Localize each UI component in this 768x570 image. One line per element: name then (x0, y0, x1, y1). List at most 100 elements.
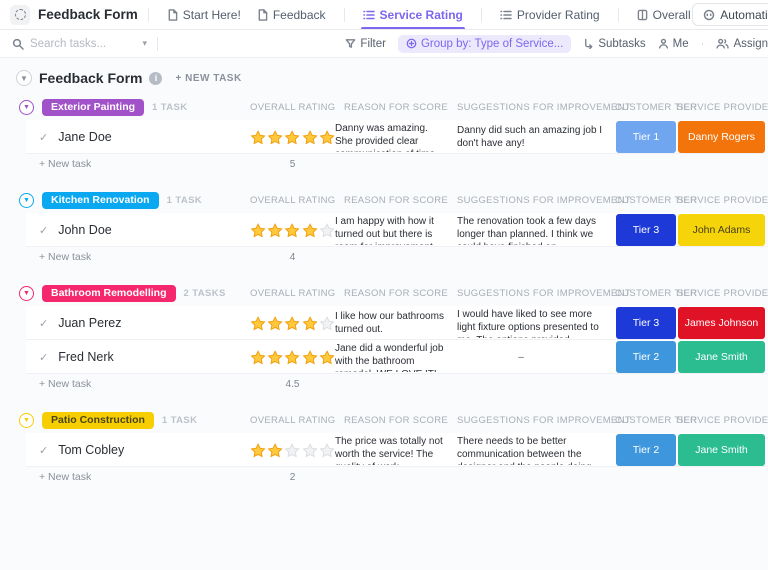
board-icon (637, 9, 647, 20)
column-header-reason: REASON FOR SCORE (343, 414, 449, 426)
column-header-overall-rating: OVERALL RATING (250, 287, 336, 299)
task-name[interactable]: Jane Doe (58, 130, 112, 144)
column-header-customer-tier: CUSTOMER TIER (615, 414, 698, 426)
group-header: ▼ Exterior Painting 1 TASK OVERALL RATIN… (19, 96, 768, 118)
tab-label: Provider Rating (516, 7, 600, 22)
search-input[interactable]: Search tasks... ▾ (12, 38, 147, 50)
table-row: ✓ Jane Doe Danny was amazing. She provid… (26, 120, 766, 154)
service-provider-chip[interactable]: John Adams (678, 214, 765, 246)
group-pill[interactable]: Kitchen Renovation (42, 191, 159, 209)
task-complete-icon[interactable]: ✓ (39, 224, 48, 237)
people-icon (716, 38, 730, 49)
subtasks-icon (585, 38, 593, 49)
service-provider-chip[interactable]: Jane Smith (678, 434, 765, 466)
column-header-overall-rating: OVERALL RATING (250, 414, 336, 426)
new-task-row-button[interactable]: + New task (26, 158, 250, 170)
new-task-button[interactable]: + NEW TASK (175, 73, 241, 84)
star-rating[interactable] (250, 129, 335, 146)
reason-for-score-cell[interactable]: The price was totally not worth the serv… (335, 435, 457, 465)
customer-tier-chip[interactable]: Tier 3 (616, 307, 676, 339)
new-task-row-button[interactable]: + New task (26, 378, 250, 390)
chevron-down-icon[interactable]: ▾ (142, 38, 147, 49)
search-icon (12, 38, 24, 50)
tab-feedback[interactable]: Feedback (249, 0, 334, 29)
automations-button[interactable]: Automations (692, 3, 768, 26)
group-task-count: 1 TASK (152, 101, 188, 113)
task-name[interactable]: Tom Cobley (58, 443, 124, 457)
star-rating[interactable] (250, 315, 335, 332)
star-rating[interactable] (250, 222, 335, 239)
new-task-row-button[interactable]: + New task (26, 471, 250, 483)
tab-start-here[interactable]: Start Here! (159, 0, 249, 29)
service-provider-chip[interactable]: Danny Rogers (678, 121, 765, 153)
space-settings-icon[interactable] (10, 4, 30, 25)
subtasks-button[interactable]: Subtasks (583, 38, 646, 50)
collapse-group-icon[interactable]: ▼ (19, 192, 34, 208)
column-header-customer-tier: CUSTOMER TIER (615, 101, 698, 113)
info-icon[interactable]: i (149, 71, 163, 85)
list-icon (362, 10, 375, 19)
task-name[interactable]: John Doe (58, 223, 112, 237)
reason-for-score-cell[interactable]: Jane did a wonderful job with the bathro… (335, 342, 457, 372)
group-by-label: Group by: Type of Service... (420, 37, 564, 50)
column-header-suggestions: SUGGESTIONS FOR IMPROVEMENT (457, 287, 631, 299)
collapse-group-icon[interactable]: ▼ (19, 412, 34, 428)
task-complete-icon[interactable]: ✓ (39, 317, 48, 330)
customer-tier-chip[interactable]: Tier 2 (616, 434, 676, 466)
group-pill[interactable]: Exterior Painting (42, 98, 145, 116)
divider (617, 7, 619, 22)
me-mode-button[interactable]: Me (658, 38, 689, 50)
rating-column-sum: 2 (289, 471, 296, 483)
collapse-group-icon[interactable]: ▼ (19, 285, 34, 301)
search-placeholder: Search tasks... (30, 37, 107, 50)
group-by-icon (406, 38, 417, 49)
rating-column-sum: 4 (289, 251, 296, 263)
column-header-customer-tier: CUSTOMER TIER (615, 287, 698, 299)
suggestions-cell[interactable]: I would have liked to see more light fix… (457, 308, 615, 338)
assignees-button[interactable]: Assign (716, 38, 768, 50)
tab-provider-rating[interactable]: Provider Rating (492, 0, 608, 29)
suggestions-cell[interactable]: The renovation took a few days longer th… (457, 215, 615, 245)
table-row: ✓ John Doe I am happy with how it turned… (26, 213, 766, 247)
list-title: Feedback Form (39, 70, 143, 86)
task-name[interactable]: Fred Nerk (58, 350, 114, 364)
customer-tier-chip[interactable]: Tier 1 (616, 121, 676, 153)
new-task-row-button[interactable]: + New task (26, 251, 250, 263)
task-name[interactable]: Juan Perez (58, 316, 121, 330)
automation-robot-icon (704, 9, 715, 20)
group-pill[interactable]: Patio Construction (42, 411, 154, 429)
service-provider-chip[interactable]: James Johnson (678, 307, 765, 339)
reason-for-score-cell[interactable]: I am happy with how it turned out but th… (335, 215, 457, 245)
reason-for-score-cell[interactable]: Danny was amazing. She provided clear co… (335, 122, 457, 152)
suggestions-cell[interactable]: – (457, 351, 615, 364)
customer-tier-chip[interactable]: Tier 2 (616, 341, 676, 373)
star-rating[interactable] (250, 349, 335, 366)
collapse-group-icon[interactable]: ▼ (19, 99, 34, 115)
task-complete-icon[interactable]: ✓ (39, 444, 48, 457)
tab-label: Service Rating (379, 7, 463, 22)
customer-tier-chip[interactable]: Tier 3 (616, 214, 676, 246)
suggestions-cell[interactable]: There needs to be better communication b… (457, 435, 615, 465)
service-provider-chip[interactable]: Jane Smith (678, 341, 765, 373)
suggestions-cell[interactable]: Danny did such an amazing job I don't ha… (457, 124, 615, 150)
group-pill[interactable]: Bathroom Remodelling (42, 284, 176, 302)
task-complete-icon[interactable]: ✓ (39, 351, 48, 364)
doc-icon (168, 8, 178, 21)
divider (343, 7, 345, 22)
dot-separator: · (700, 37, 705, 50)
group-header: ▼ Patio Construction 1 TASK OVERALL RATI… (19, 409, 768, 431)
task-complete-icon[interactable]: ✓ (39, 131, 48, 144)
tab-service-rating[interactable]: Service Rating (355, 0, 471, 29)
reason-for-score-cell[interactable]: I like how our bathrooms turned out. (335, 310, 457, 336)
column-header-suggestions: SUGGESTIONS FOR IMPROVEMENT (457, 194, 631, 206)
column-header-reason: REASON FOR SCORE (343, 194, 449, 206)
group-bathroom-remodelling: ▼ Bathroom Remodelling 2 TASKS OVERALL R… (19, 282, 768, 393)
group-task-count: 1 TASK (161, 414, 198, 426)
star-rating[interactable] (250, 442, 335, 459)
collapse-list-icon[interactable]: ▼ (16, 70, 32, 86)
filter-button[interactable]: Filter (345, 38, 386, 50)
group-header: ▼ Bathroom Remodelling 2 TASKS OVERALL R… (19, 282, 768, 304)
group-by-button[interactable]: Group by: Type of Service... (397, 34, 572, 53)
group-footer: + New task 5 (26, 155, 766, 173)
filter-label: Filter (360, 37, 386, 50)
